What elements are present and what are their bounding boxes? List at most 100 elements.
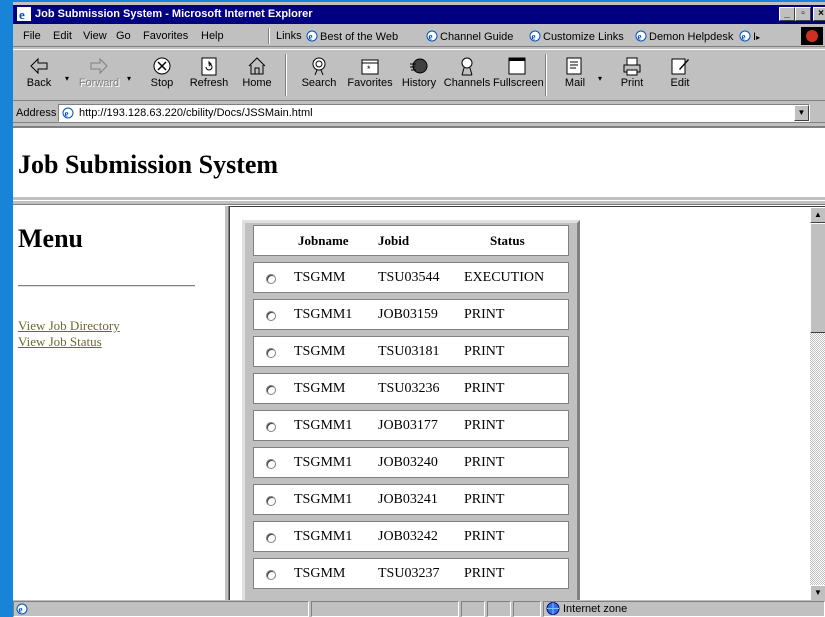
svg-text:e: e [429, 32, 433, 42]
cell-status: PRINT [464, 418, 505, 433]
svg-text:e: e [638, 32, 642, 42]
header-jobname: Jobname [298, 233, 349, 248]
address-dropdown-button[interactable]: ▼ [794, 105, 809, 121]
job-radio-button[interactable] [266, 274, 276, 284]
minimize-button[interactable]: _ [779, 7, 795, 21]
svg-text:e: e [532, 32, 536, 42]
back-dropdown-arrow-icon[interactable]: ▾ [65, 74, 69, 83]
stop-button[interactable]: Stop [138, 52, 186, 98]
edit-button[interactable]: Edit [656, 52, 704, 98]
link-demon-helpdesk[interactable]: e Demon Helpdesk [635, 30, 733, 43]
edit-icon [671, 58, 689, 75]
job-radio-button[interactable] [266, 385, 276, 395]
table-header-row: Jobname Jobid Status [253, 225, 569, 256]
cell-status: PRINT [464, 455, 505, 470]
page-content: Job Submission System Menu View Job Dire… [13, 126, 825, 602]
refresh-button[interactable]: Refresh [185, 52, 233, 98]
frame-divider-horizontal[interactable] [13, 200, 825, 205]
table-row: TSGMM1 JOB03240 PRINT [253, 447, 569, 478]
forward-button[interactable]: Forward [75, 52, 123, 98]
cell-jobid: TSU03544 [378, 270, 440, 285]
job-radio-button[interactable] [266, 348, 276, 358]
menu-view[interactable]: View [83, 30, 107, 42]
channels-button[interactable]: Channels [443, 52, 491, 98]
link-channel-guide[interactable]: e Channel Guide [426, 30, 513, 43]
cell-status: PRINT [464, 566, 505, 581]
cell-jobid: JOB03177 [378, 418, 438, 433]
scroll-down-arrow-icon[interactable]: ▼ [810, 585, 825, 601]
cell-jobname: TSGMM [294, 381, 346, 396]
internet-zone-globe-icon [546, 602, 560, 615]
title-bar[interactable]: e Job Submission System - Microsoft Inte… [13, 5, 825, 24]
header-status: Status [490, 233, 525, 248]
forward-dropdown-arrow-icon[interactable]: ▾ [127, 74, 131, 83]
menu-favorites[interactable]: Favorites [143, 30, 188, 42]
table-row: TSGMM TSU03181 PRINT [253, 336, 569, 367]
cell-jobid: JOB03240 [378, 455, 438, 470]
back-button[interactable]: Back [15, 52, 63, 98]
job-radio-button[interactable] [266, 311, 276, 321]
maximize-button[interactable]: ▫ [795, 7, 811, 21]
cell-status: PRINT [464, 492, 505, 507]
print-icon [623, 57, 641, 76]
favorites-button[interactable]: * Favorites [346, 52, 394, 98]
menu-go[interactable]: Go [116, 30, 131, 42]
view-job-directory-link[interactable]: View Job Directory [18, 318, 120, 334]
channels-icon [461, 57, 473, 76]
links-more-arrow-icon[interactable]: ▸ [756, 33, 760, 42]
forward-arrow-icon [90, 57, 108, 75]
fullscreen-button[interactable]: Fullscreen [493, 52, 544, 98]
menu-help[interactable]: Help [201, 30, 224, 42]
svg-text:e: e [19, 605, 23, 615]
job-radio-button[interactable] [266, 496, 276, 506]
mail-dropdown-arrow-icon[interactable]: ▾ [598, 74, 602, 83]
svg-text:e: e [19, 7, 25, 21]
scrollbar-thumb[interactable] [810, 223, 825, 333]
back-arrow-icon [30, 57, 48, 75]
close-button[interactable]: × [813, 7, 825, 21]
security-zone-label: Internet zone [563, 603, 628, 615]
ie-page-icon: e [306, 30, 318, 42]
job-radio-button[interactable] [266, 422, 276, 432]
search-button[interactable]: Search [295, 52, 343, 98]
job-radio-button[interactable] [266, 570, 276, 580]
menu-file[interactable]: File [23, 30, 41, 42]
home-button[interactable]: Home [233, 52, 281, 98]
view-job-status-link[interactable]: View Job Status [18, 334, 102, 350]
table-row: TSGMM1 JOB03241 PRINT [253, 484, 569, 515]
cell-jobname: TSGMM1 [294, 307, 353, 322]
toolbar-separator [545, 54, 547, 96]
ie-page-icon: e [426, 30, 438, 42]
status-panel [487, 601, 511, 617]
cell-jobname: TSGMM [294, 566, 346, 581]
scroll-up-arrow-icon[interactable]: ▲ [810, 207, 825, 223]
print-button[interactable]: Print [608, 52, 656, 98]
cell-jobid: JOB03159 [378, 307, 438, 322]
svg-text:e: e [309, 32, 313, 42]
ie-page-icon: e [739, 30, 751, 42]
ie-page-icon: e [16, 603, 28, 615]
address-input[interactable]: e http://193.128.63.220/cbility/Docs/JSS… [58, 104, 810, 122]
link-overflow[interactable]: e I▸ [739, 30, 760, 43]
vertical-scrollbar[interactable]: ▲ ▼ [810, 207, 825, 602]
cell-status: PRINT [464, 381, 505, 396]
cell-jobid: JOB03241 [378, 492, 438, 507]
table-row: TSGMM1 JOB03159 PRINT [253, 299, 569, 330]
job-radio-button[interactable] [266, 533, 276, 543]
menu-title: Menu [18, 224, 83, 253]
link-best-of-the-web[interactable]: e Best of the Web [306, 30, 398, 43]
mail-button[interactable]: Mail [551, 52, 599, 98]
job-radio-button[interactable] [266, 459, 276, 469]
history-icon [410, 58, 428, 74]
table-row: TSGMM TSU03237 PRINT [253, 558, 569, 589]
ie-logo-icon: e [17, 7, 31, 21]
cell-status: EXECUTION [464, 270, 545, 285]
address-url: http://193.128.63.220/cbility/Docs/JSSMa… [79, 107, 313, 119]
cell-status: PRINT [464, 307, 505, 322]
menu-edit[interactable]: Edit [53, 30, 72, 42]
menu-frame: Menu View Job Directory View Job Status [13, 206, 224, 602]
link-customize-links[interactable]: e Customize Links [529, 30, 624, 43]
window-title: Job Submission System - Microsoft Intern… [35, 8, 313, 20]
history-button[interactable]: History [395, 52, 443, 98]
ie-page-icon: e [635, 30, 647, 42]
